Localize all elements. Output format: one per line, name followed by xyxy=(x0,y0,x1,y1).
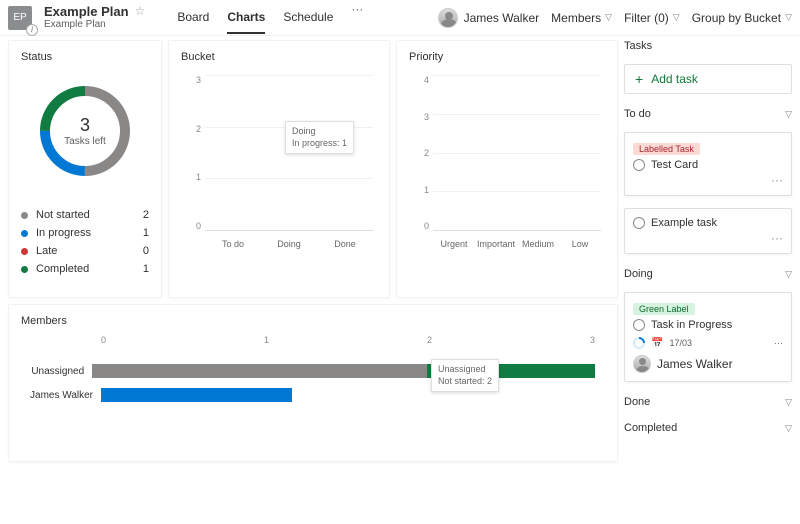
task-tag: Green Label xyxy=(633,303,695,315)
progress-icon xyxy=(631,335,648,352)
legend-in-progress: In progress1 xyxy=(21,227,149,239)
chevron-down-icon: ▽ xyxy=(785,12,792,23)
bucket-title: Bucket xyxy=(181,51,377,63)
legend-late: Late0 xyxy=(21,245,149,257)
complete-circle-icon[interactable] xyxy=(633,217,645,229)
plan-title-block: Example Plan ☆ Example Plan xyxy=(44,5,145,30)
priority-chart: 4 3 2 1 0 xyxy=(409,75,605,255)
status-center-label: Tasks left xyxy=(64,136,106,147)
task-more-icon[interactable]: ··· xyxy=(774,338,783,348)
chevron-down-icon: ▽ xyxy=(785,269,792,280)
task-name: Example task xyxy=(651,217,717,229)
bucket-header-todo[interactable]: To do▽ xyxy=(624,108,792,120)
members-menu[interactable]: Members▽ xyxy=(551,11,612,25)
tab-more-icon[interactable]: ··· xyxy=(351,2,363,34)
chevron-down-icon: ▽ xyxy=(785,109,792,120)
plan-avatar: EP i xyxy=(8,6,32,30)
bucket-panel: Bucket 3 2 1 0 xyxy=(168,40,390,298)
task-name: Task in Progress xyxy=(651,319,732,331)
plus-icon: + xyxy=(635,71,643,87)
task-card[interactable]: Example task ··· xyxy=(624,208,792,254)
assignee-avatar-icon xyxy=(633,355,651,373)
task-more-icon[interactable]: ··· xyxy=(633,231,783,245)
legend-not-started: Not started2 xyxy=(21,209,149,221)
bucket-chart: 3 2 1 0 xyxy=(181,75,377,255)
user-avatar-icon xyxy=(438,8,458,28)
tasks-sidebar: Tasks + Add task To do▽ Labelled Task Te… xyxy=(624,40,792,462)
plan-title: Example Plan xyxy=(44,5,129,19)
info-icon[interactable]: i xyxy=(26,24,38,36)
favorite-star-icon[interactable]: ☆ xyxy=(135,5,146,18)
complete-circle-icon[interactable] xyxy=(633,319,645,331)
tab-schedule[interactable]: Schedule xyxy=(283,2,333,34)
current-user[interactable]: James Walker xyxy=(438,8,540,28)
bucket-tooltip: Doing In progress: 1 xyxy=(285,121,354,154)
member-row-unassigned: Unassigned xyxy=(21,359,595,383)
member-row-james: James Walker xyxy=(21,383,595,407)
plan-subtitle: Example Plan xyxy=(44,19,145,30)
task-tag: Labelled Task xyxy=(633,143,700,155)
members-tooltip: Unassigned Not started: 2 xyxy=(431,359,499,392)
tab-board[interactable]: Board xyxy=(177,2,209,34)
tab-charts[interactable]: Charts xyxy=(227,2,265,34)
members-panel: Members 0 1 2 3 Unassigned James Walker xyxy=(8,304,618,462)
chevron-down-icon: ▽ xyxy=(785,397,792,408)
assignee-name: James Walker xyxy=(657,357,733,371)
add-task-button[interactable]: + Add task xyxy=(624,64,792,94)
status-panel: Status 3 Tasks left xyxy=(8,40,162,298)
status-title: Status xyxy=(21,51,149,63)
legend-completed: Completed1 xyxy=(21,263,149,275)
members-title: Members xyxy=(21,315,605,327)
add-task-label: Add task xyxy=(651,72,698,86)
priority-title: Priority xyxy=(409,51,605,63)
status-legend: Not started2 In progress1 Late0 Complete… xyxy=(21,209,149,275)
bucket-header-doing[interactable]: Doing▽ xyxy=(624,268,792,280)
task-date: 17/03 xyxy=(669,338,692,348)
task-card[interactable]: Labelled Task Test Card ··· xyxy=(624,132,792,196)
task-name: Test Card xyxy=(651,159,698,171)
view-tabs: Board Charts Schedule ··· xyxy=(177,2,363,34)
current-user-name: James Walker xyxy=(464,11,540,25)
task-card[interactable]: Green Label Task in Progress 📅 17/03 ···… xyxy=(624,292,792,382)
chevron-down-icon: ▽ xyxy=(785,423,792,434)
complete-circle-icon[interactable] xyxy=(633,159,645,171)
status-center-value: 3 xyxy=(80,115,90,136)
chevron-down-icon: ▽ xyxy=(605,12,612,23)
status-donut-chart: 3 Tasks left xyxy=(35,81,135,181)
chevron-down-icon: ▽ xyxy=(673,12,680,23)
bucket-header-completed[interactable]: Completed▽ xyxy=(624,422,792,434)
bucket-header-done[interactable]: Done▽ xyxy=(624,396,792,408)
task-more-icon[interactable]: ··· xyxy=(633,173,783,187)
plan-avatar-text: EP xyxy=(13,12,26,23)
calendar-icon: 📅 xyxy=(651,338,663,349)
priority-panel: Priority 4 3 2 1 0 xyxy=(396,40,618,298)
members-chart: 0 1 2 3 Unassigned James Walker xyxy=(21,335,605,445)
group-menu[interactable]: Group by Bucket▽ xyxy=(692,11,792,25)
tasks-title: Tasks xyxy=(624,40,792,52)
filter-menu[interactable]: Filter (0)▽ xyxy=(624,11,680,25)
app-header: EP i Example Plan ☆ Example Plan Board C… xyxy=(0,0,800,36)
